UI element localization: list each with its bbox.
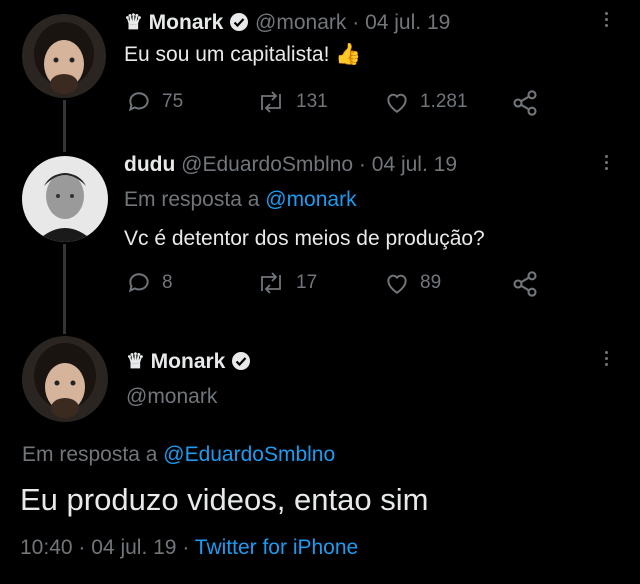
reply-prefix: Em resposta a xyxy=(22,443,158,466)
thread-line xyxy=(63,244,66,334)
handle[interactable]: @monark xyxy=(255,11,346,34)
tweet-text: Eu sou um capitalista! 👍 xyxy=(124,43,362,66)
heart-icon xyxy=(387,274,407,294)
display-name[interactable]: dudu xyxy=(124,153,175,176)
tweet-meta: 10:40 · 04 jul. 19 · Twitter for iPhone xyxy=(20,536,358,560)
tweet-date[interactable]: 04 jul. 19 xyxy=(91,536,176,559)
retweet-count: 17 xyxy=(296,272,318,293)
share-button[interactable] xyxy=(511,89,539,117)
like-count: 1.281 xyxy=(420,91,468,112)
reply-count: 8 xyxy=(162,272,173,293)
more-options-icon[interactable] xyxy=(603,351,609,366)
tweet-header: dudu @EduardoSmblno · 04 jul. 19 xyxy=(124,153,457,177)
retweet-button[interactable]: 131 xyxy=(256,89,328,115)
source-link[interactable]: Twitter for iPhone xyxy=(195,536,358,559)
retweet-button[interactable]: 17 xyxy=(256,270,317,296)
reply-to-link[interactable]: @EduardoSmblno xyxy=(163,443,335,466)
reply-prefix: Em resposta a xyxy=(124,188,260,211)
display-name[interactable]: Monark xyxy=(149,11,224,34)
share-icon xyxy=(513,90,537,116)
reply-to-link[interactable]: @monark xyxy=(265,188,356,211)
reply-icon xyxy=(128,273,149,293)
reply-count: 75 xyxy=(162,91,184,112)
avatar[interactable] xyxy=(22,336,108,422)
like-button[interactable]: 1.281 xyxy=(384,89,468,115)
tweet-text: Vc é detentor dos meios de produção? xyxy=(124,227,485,250)
retweet-icon xyxy=(261,272,281,294)
reply-context: Em resposta a @monark xyxy=(124,188,357,212)
separator: · xyxy=(78,536,86,559)
reply-button[interactable]: 75 xyxy=(126,89,183,115)
retweet-count: 131 xyxy=(296,91,328,112)
retweet-icon xyxy=(261,91,281,113)
display-name[interactable]: Monark xyxy=(151,350,226,373)
like-button[interactable]: 89 xyxy=(384,270,441,296)
separator: · xyxy=(182,536,190,559)
reply-button[interactable]: 8 xyxy=(126,270,173,296)
like-count: 89 xyxy=(420,272,442,293)
tweet-date[interactable]: 04 jul. 19 xyxy=(372,153,457,176)
more-options-icon[interactable] xyxy=(603,155,609,170)
crown-icon: ♛ xyxy=(126,350,145,373)
main-header: ♛ Monark xyxy=(126,349,251,377)
share-button[interactable] xyxy=(511,270,539,298)
handle[interactable]: @monark xyxy=(126,385,217,409)
handle[interactable]: @EduardoSmblno xyxy=(181,153,353,176)
separator: · xyxy=(358,153,366,176)
reply-icon xyxy=(128,92,149,112)
reply-context: Em resposta a @EduardoSmblno xyxy=(22,443,335,467)
separator: · xyxy=(352,11,360,34)
more-options-icon[interactable] xyxy=(603,12,609,27)
avatar[interactable] xyxy=(22,14,106,98)
tweet-time[interactable]: 10:40 xyxy=(20,536,73,559)
crown-icon: ♛ xyxy=(124,11,143,34)
verified-badge-icon xyxy=(229,12,249,38)
avatar[interactable] xyxy=(22,156,108,242)
heart-icon xyxy=(387,93,407,113)
thread-line xyxy=(63,100,66,152)
tweet-date[interactable]: 04 jul. 19 xyxy=(365,11,450,34)
main-tweet-text: Eu produzo videos, entao sim xyxy=(20,482,429,517)
verified-badge-icon xyxy=(231,351,251,377)
share-icon xyxy=(513,271,537,297)
tweet-header: ♛ Monark @monark · 04 jul. 19 xyxy=(124,10,450,38)
